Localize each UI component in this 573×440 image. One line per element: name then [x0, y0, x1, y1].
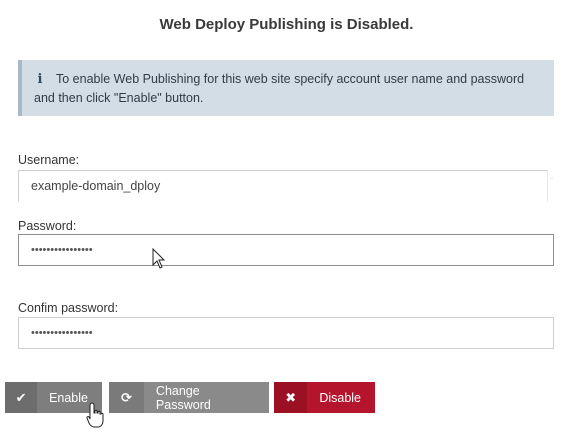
change-password-button[interactable]: ⟳ Change Password — [109, 382, 269, 413]
field-resize-mark: . — [551, 174, 553, 181]
info-icon: i — [37, 72, 43, 87]
username-field[interactable]: example-domain_dploy — [18, 170, 548, 202]
username-label: Username: — [18, 153, 80, 167]
refresh-icon: ⟳ — [109, 382, 144, 413]
disable-button-label: Disable — [319, 390, 361, 405]
confirm-password-label: Confim password: — [18, 301, 119, 315]
info-message: i To enable Web Publishing for this web s… — [18, 60, 554, 116]
hand-pointer-icon — [86, 402, 104, 428]
change-password-button-label: Change Password — [155, 383, 211, 412]
password-label: Password: — [18, 219, 77, 233]
web-deploy-page: Web Deploy Publishing is Disabled. i To e… — [0, 0, 573, 440]
page-title: Web Deploy Publishing is Disabled. — [159, 16, 414, 33]
confirm-password-field[interactable]: •••••••••••••••• — [18, 317, 554, 349]
check-icon: ✔ — [5, 382, 38, 413]
disable-button[interactable]: ✖ Disable — [274, 382, 375, 413]
info-text: To enable Web Publishing for this web si… — [34, 72, 525, 105]
password-field[interactable]: •••••••••••••••• — [18, 234, 554, 266]
mouse-pointer-icon — [152, 248, 166, 269]
close-icon: ✖ — [274, 382, 308, 413]
